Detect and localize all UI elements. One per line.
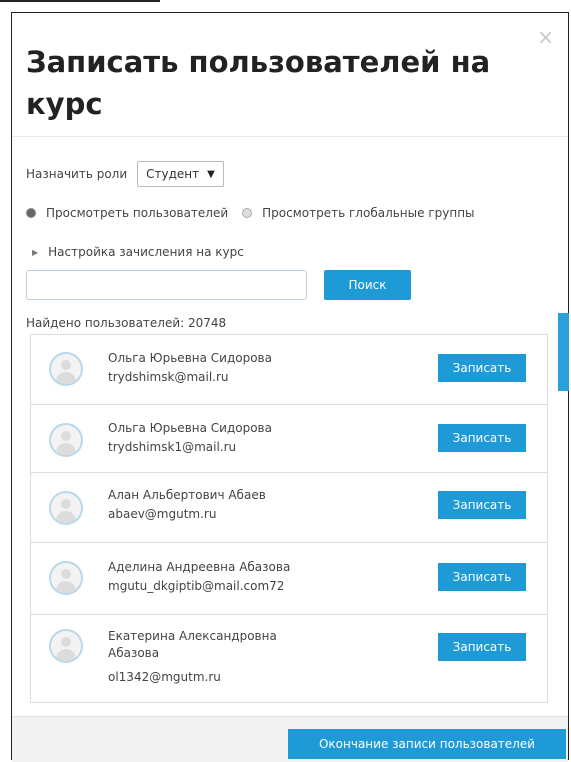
dialog-title: Записать пользователей на курс	[26, 45, 491, 121]
view-users-label[interactable]: Просмотреть пользователей	[46, 206, 228, 220]
view-cohorts-label[interactable]: Просмотреть глобальные группы	[262, 206, 474, 220]
assign-roles-row: Назначить роли Студент ▼	[26, 161, 224, 187]
avatar	[49, 629, 83, 663]
user-list: Ольга Юрьевна Сидорова trydshimsk@mail.r…	[30, 334, 548, 703]
user-row: Екатерина Александровна Абазова ol1342@m…	[31, 615, 547, 702]
chevron-down-icon: ▼	[207, 168, 215, 180]
close-icon[interactable]: ×	[537, 27, 554, 47]
search-input[interactable]	[26, 270, 307, 300]
list-scrollbar[interactable]	[558, 313, 569, 391]
enrol-button[interactable]: Записать	[438, 633, 526, 661]
user-email: ol1342@mgutm.ru	[108, 670, 221, 684]
found-users-count: Найдено пользователей: 20748	[26, 316, 227, 330]
user-row: Аделина Андреевна Абазова mgutu_dkgiptib…	[31, 543, 547, 615]
header-divider	[12, 136, 568, 137]
user-row: Ольга Юрьевна Сидорова trydshimsk1@mail.…	[31, 405, 547, 473]
view-cohorts-radio[interactable]	[242, 208, 253, 218]
avatar	[49, 561, 83, 595]
user-name: Алан Альбертович Абаев	[108, 488, 266, 502]
search-row: Поиск	[26, 270, 411, 300]
assign-roles-label: Назначить роли	[26, 167, 128, 181]
user-name: Ольга Юрьевна Сидорова	[108, 351, 272, 365]
user-name: Аделина Андреевна Абазова	[108, 560, 291, 574]
enrol-button[interactable]: Записать	[438, 424, 526, 452]
user-email: trydshimsk1@mail.ru	[108, 440, 237, 454]
user-row: Ольга Юрьевна Сидорова trydshimsk@mail.r…	[31, 335, 547, 405]
role-select-value: Студент	[146, 167, 200, 181]
expand-arrow-icon: ▶	[32, 247, 39, 257]
enrol-users-dialog: × Записать пользователей на курс Назначи…	[11, 12, 569, 762]
enrol-button[interactable]: Записать	[438, 563, 526, 591]
finish-enrolling-button[interactable]: Окончание записи пользователей	[288, 729, 566, 759]
search-button[interactable]: Поиск	[324, 270, 411, 300]
enrol-settings-label: Настройка зачисления на курс	[48, 245, 244, 259]
user-row: Алан Альбертович Абаев abaev@mgutm.ru За…	[31, 473, 547, 543]
user-name: Екатерина Александровна Абазова	[108, 629, 277, 660]
user-email: abaev@mgutm.ru	[108, 507, 217, 521]
avatar	[49, 491, 83, 525]
user-email: mgutu_dkgiptib@mail.com72	[108, 579, 285, 593]
avatar	[49, 423, 83, 457]
view-users-radio[interactable]	[26, 208, 36, 218]
view-options: Просмотреть пользователей Просмотреть гл…	[26, 206, 475, 220]
enrol-button[interactable]: Записать	[438, 491, 526, 519]
user-name: Ольга Юрьевна Сидорова	[108, 421, 272, 435]
avatar	[49, 352, 83, 386]
page-top-line	[0, 0, 160, 2]
enrol-button[interactable]: Записать	[438, 354, 526, 382]
role-select[interactable]: Студент ▼	[137, 161, 224, 187]
enrol-settings-toggle[interactable]: ▶ Настройка зачисления на курс	[32, 245, 244, 259]
dialog-footer: Окончание записи пользователей	[12, 716, 568, 762]
user-email: trydshimsk@mail.ru	[108, 370, 229, 384]
